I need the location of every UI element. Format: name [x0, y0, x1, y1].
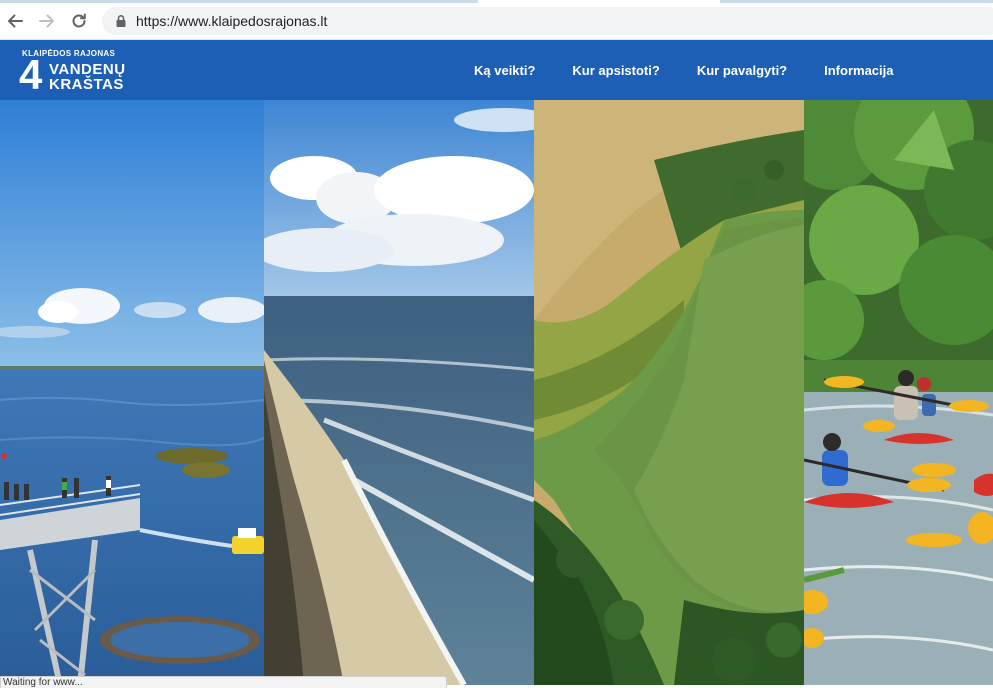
- hero-panel-delta[interactable]: [534, 100, 804, 685]
- tab-inactive[interactable]: [720, 0, 993, 3]
- site-header: KLAIPĖDOS RAJONAS 4 VANDENŲ KRAŠTAS Ką v…: [0, 40, 993, 100]
- arrow-left-icon: [8, 14, 23, 28]
- logo-numeral: 4: [19, 51, 43, 98]
- nav-item-where-to-stay[interactable]: Kur apsistoti?: [572, 63, 659, 78]
- nav-item-what-to-do[interactable]: Ką veikti?: [474, 63, 535, 78]
- logo-word-2: KRAŠTAS: [49, 76, 124, 93]
- nav-item-information[interactable]: Informacija: [824, 63, 893, 78]
- hero-panel-coast[interactable]: [264, 100, 534, 685]
- nav-item-where-to-eat[interactable]: Kur pavalgyti?: [697, 63, 787, 78]
- reload-icon: [72, 13, 86, 28]
- reload-button[interactable]: [68, 10, 90, 32]
- forward-button[interactable]: [36, 10, 58, 32]
- site-logo[interactable]: KLAIPĖDOS RAJONAS 4 VANDENŲ KRAŠTAS: [19, 46, 129, 98]
- browser-toolbar: https://www.klaipedosrajonas.lt: [0, 0, 993, 40]
- browser-status-bar: Waiting for www...: [0, 676, 447, 688]
- hero-panel-kayaking[interactable]: [804, 100, 993, 685]
- arrow-right-icon: [39, 14, 54, 28]
- back-button[interactable]: [4, 10, 26, 32]
- hero-panel-lagoon[interactable]: [0, 100, 264, 685]
- tab-strip: [0, 0, 993, 3]
- main-navigation: Ką veikti? Kur apsistoti? Kur pavalgyti?…: [474, 40, 930, 100]
- logo-word-1: VANDENŲ: [49, 61, 126, 78]
- hero-gallery: [0, 100, 993, 685]
- address-bar[interactable]: https://www.klaipedosrajonas.lt: [102, 7, 993, 35]
- tab-inactive[interactable]: [0, 0, 478, 3]
- status-text: Waiting for www...: [3, 677, 83, 688]
- lock-icon: [116, 15, 126, 27]
- url-text[interactable]: https://www.klaipedosrajonas.lt: [136, 13, 327, 29]
